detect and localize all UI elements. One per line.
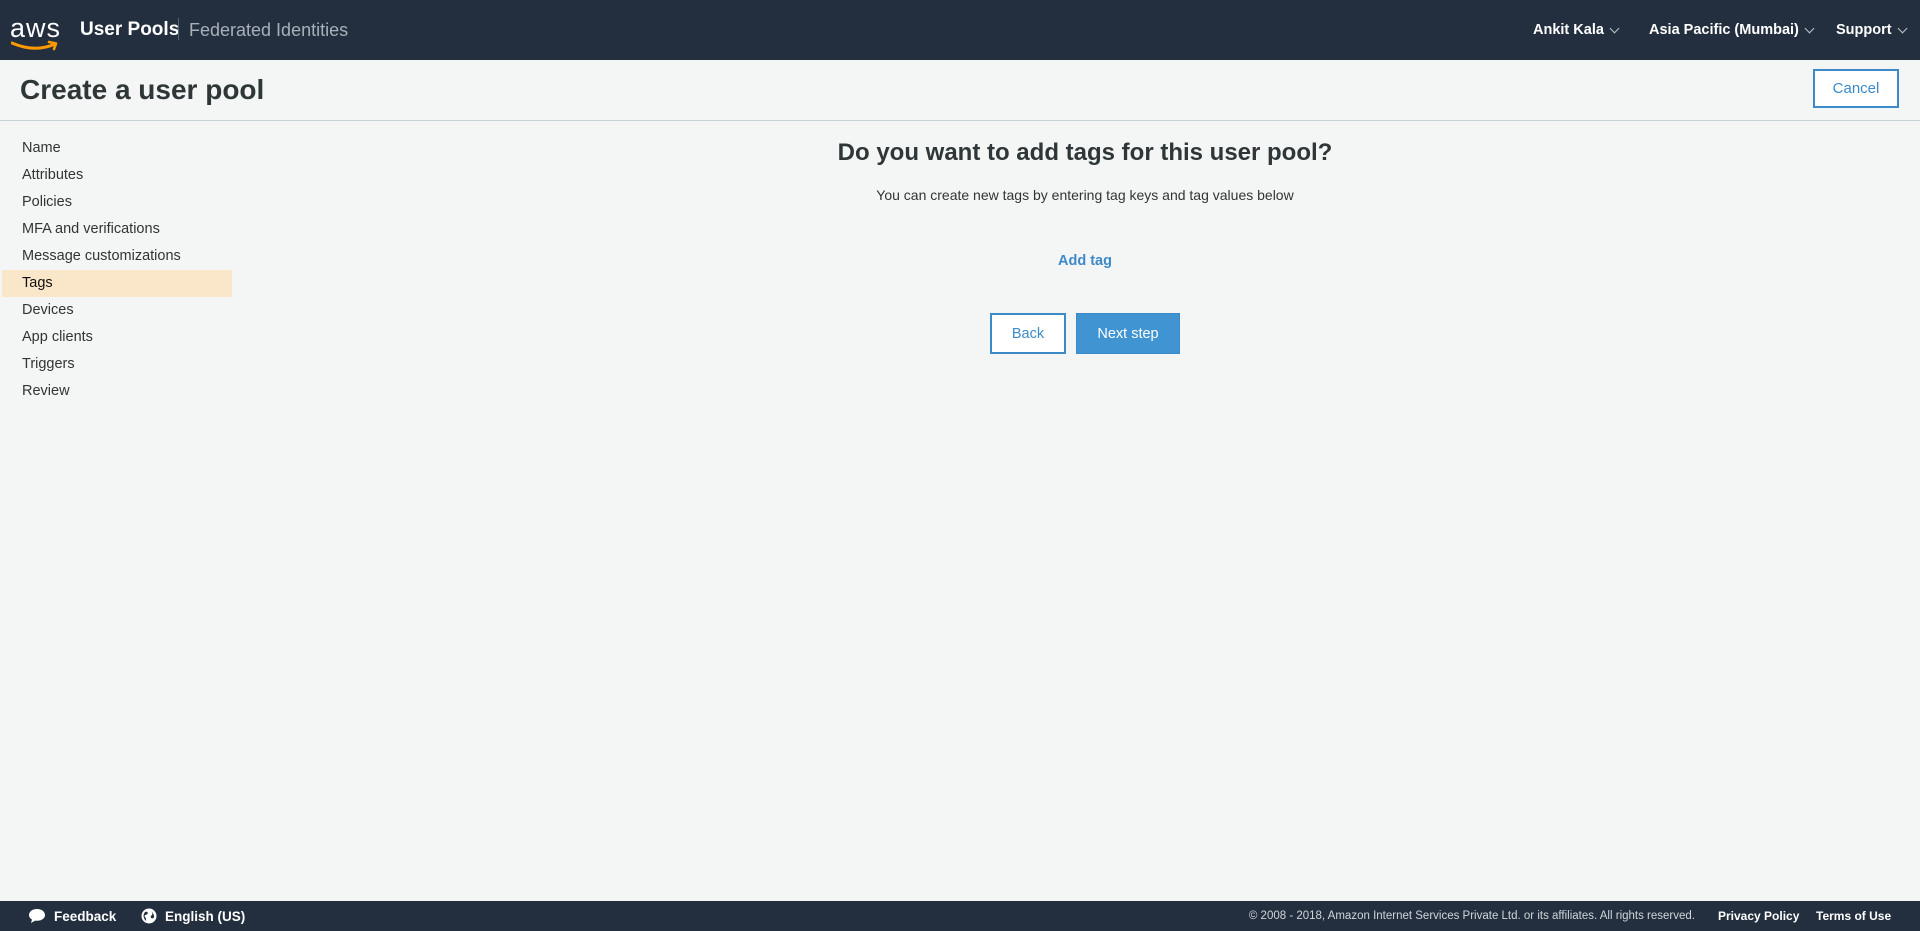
top-nav: aws User Pools Federated Identities Anki…: [0, 0, 1920, 60]
aws-logo-text: aws: [10, 13, 62, 43]
feedback-link[interactable]: Feedback: [28, 908, 116, 924]
sidebar-item-triggers[interactable]: Triggers: [2, 351, 232, 378]
account-name: Ankit Kala: [1533, 22, 1604, 38]
footer: Feedback English (US) © 2008 - 2018, Ama…: [0, 901, 1920, 931]
feedback-label: Feedback: [54, 908, 117, 924]
section-subtitle: You can create new tags by entering tag …: [876, 187, 1294, 203]
section-heading: Do you want to add tags for this user po…: [837, 139, 1333, 166]
support-menu[interactable]: Support: [1836, 22, 1908, 38]
aws-logo[interactable]: aws: [10, 13, 62, 52]
chevron-down-icon: [1609, 23, 1620, 33]
chevron-down-icon: [1897, 23, 1908, 33]
page-header: Create a user pool Cancel: [0, 60, 1920, 121]
page-title: Create a user pool: [20, 74, 265, 105]
region-name: Asia Pacific (Mumbai): [1649, 22, 1799, 38]
globe-icon: [141, 908, 157, 924]
back-button[interactable]: Back: [990, 313, 1066, 354]
support-label: Support: [1836, 22, 1892, 38]
chevron-down-icon: [1804, 23, 1815, 33]
add-tag-link: Add tag: [0, 253, 1920, 269]
privacy-policy-link[interactable]: Privacy Policy: [1718, 909, 1799, 923]
add-tag-label[interactable]: Add tag: [1058, 253, 1112, 269]
account-menu[interactable]: Ankit Kala: [1533, 22, 1620, 38]
sidebar-item-app-clients[interactable]: App clients: [2, 324, 232, 351]
sidebar-item-tags[interactable]: Tags: [2, 270, 232, 297]
terms-of-use-link[interactable]: Terms of Use: [1816, 909, 1891, 923]
next-step-button[interactable]: Next step: [1076, 313, 1180, 354]
aws-smile-icon: [11, 40, 58, 51]
language-selector[interactable]: English (US): [141, 908, 245, 924]
sidebar-item-devices[interactable]: Devices: [2, 297, 232, 324]
nav-federated-identities[interactable]: Federated Identities: [189, 20, 348, 41]
nav-title-user-pools[interactable]: User Pools: [80, 19, 179, 41]
speech-bubble-icon: [29, 909, 45, 923]
nav-divider: [178, 18, 179, 40]
wizard-steps-sidebar: Name Attributes Policies MFA and verific…: [2, 135, 232, 405]
sidebar-item-mfa-and-verifications[interactable]: MFA and verifications: [2, 216, 232, 243]
cancel-button[interactable]: Cancel: [1813, 69, 1899, 108]
language-label: English (US): [165, 908, 246, 924]
sidebar-item-review[interactable]: Review: [2, 378, 232, 405]
copyright-text: © 2008 - 2018, Amazon Internet Services …: [1248, 910, 1695, 922]
region-menu[interactable]: Asia Pacific (Mumbai): [1649, 22, 1815, 38]
